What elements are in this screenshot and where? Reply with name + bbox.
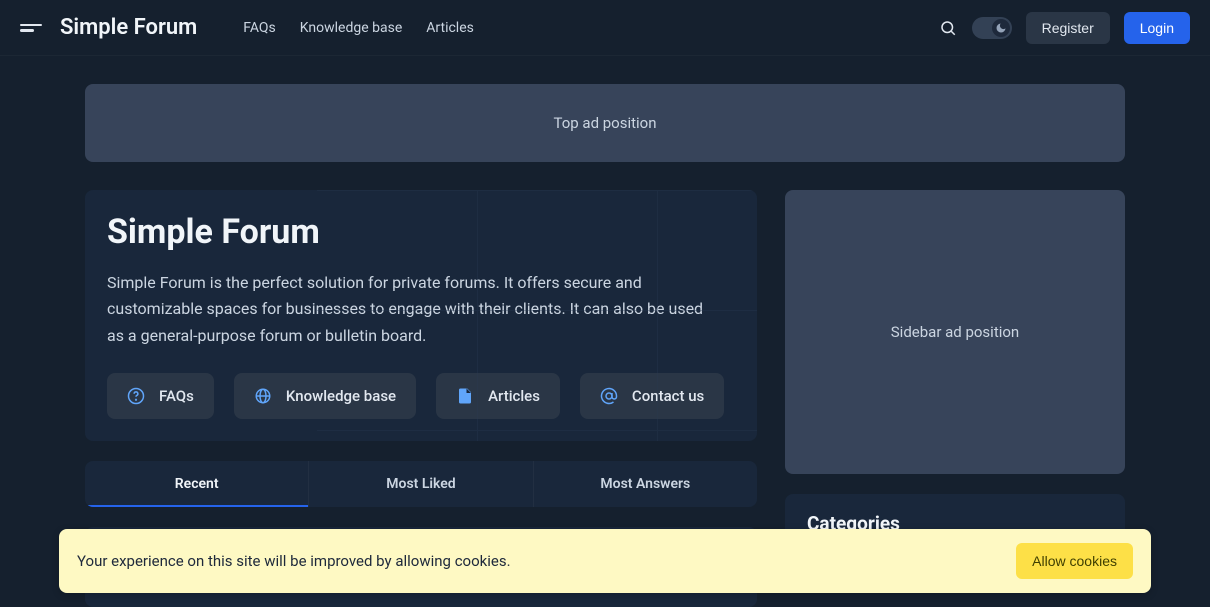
pill-articles[interactable]: Articles bbox=[436, 373, 560, 419]
nav-link-faqs[interactable]: FAQs bbox=[243, 20, 276, 36]
login-button[interactable]: Login bbox=[1124, 12, 1190, 44]
sort-tabs: Recent Most Liked Most Answers bbox=[85, 461, 757, 507]
pill-knowledge-base[interactable]: Knowledge base bbox=[234, 373, 416, 419]
pill-label: Contact us bbox=[632, 387, 704, 405]
sidebar-ad-slot: Sidebar ad position bbox=[785, 190, 1125, 474]
pill-label: FAQs bbox=[159, 387, 194, 405]
nav-links: FAQs Knowledge base Articles bbox=[243, 20, 474, 36]
pill-faqs[interactable]: FAQs bbox=[107, 373, 214, 419]
cookie-text: Your experience on this site will be imp… bbox=[77, 552, 511, 570]
tab-recent[interactable]: Recent bbox=[85, 461, 308, 507]
hero-pill-row: FAQs Knowledge base bbox=[107, 373, 735, 419]
sidebar-ad-label: Sidebar ad position bbox=[891, 323, 1019, 341]
brand-title[interactable]: Simple Forum bbox=[60, 15, 197, 40]
nav-right: Register Login bbox=[938, 12, 1190, 44]
hero-description: Simple Forum is the perfect solution for… bbox=[107, 270, 707, 349]
nav-link-articles[interactable]: Articles bbox=[426, 20, 474, 36]
hamburger-menu-icon[interactable] bbox=[20, 20, 42, 36]
theme-toggle[interactable] bbox=[972, 17, 1012, 39]
register-button[interactable]: Register bbox=[1026, 12, 1110, 44]
document-icon bbox=[456, 387, 474, 405]
nav-link-kb[interactable]: Knowledge base bbox=[300, 20, 402, 36]
top-ad-label: Top ad position bbox=[553, 114, 656, 132]
navbar: Simple Forum FAQs Knowledge base Article… bbox=[0, 0, 1210, 56]
pill-contact-us[interactable]: Contact us bbox=[580, 373, 724, 419]
cookie-banner: Your experience on this site will be imp… bbox=[59, 529, 1151, 593]
tab-most-liked[interactable]: Most Liked bbox=[308, 461, 532, 507]
at-sign-icon bbox=[600, 387, 618, 405]
help-circle-icon bbox=[127, 387, 145, 405]
pill-label: Knowledge base bbox=[286, 387, 396, 405]
hero-card: Simple Forum Simple Forum is the perfect… bbox=[85, 190, 757, 441]
search-icon[interactable] bbox=[938, 18, 958, 38]
page-container: Top ad position Simple Forum Simple Foru… bbox=[65, 56, 1145, 607]
allow-cookies-button[interactable]: Allow cookies bbox=[1016, 543, 1133, 579]
tab-most-answers[interactable]: Most Answers bbox=[533, 461, 757, 507]
hero-title: Simple Forum bbox=[107, 212, 735, 252]
globe-icon bbox=[254, 387, 272, 405]
top-ad-slot: Top ad position bbox=[85, 84, 1125, 162]
nav-left: Simple Forum FAQs Knowledge base Article… bbox=[20, 15, 474, 40]
pill-label: Articles bbox=[488, 387, 540, 405]
sidebar-column: Sidebar ad position Categories bbox=[785, 190, 1125, 553]
